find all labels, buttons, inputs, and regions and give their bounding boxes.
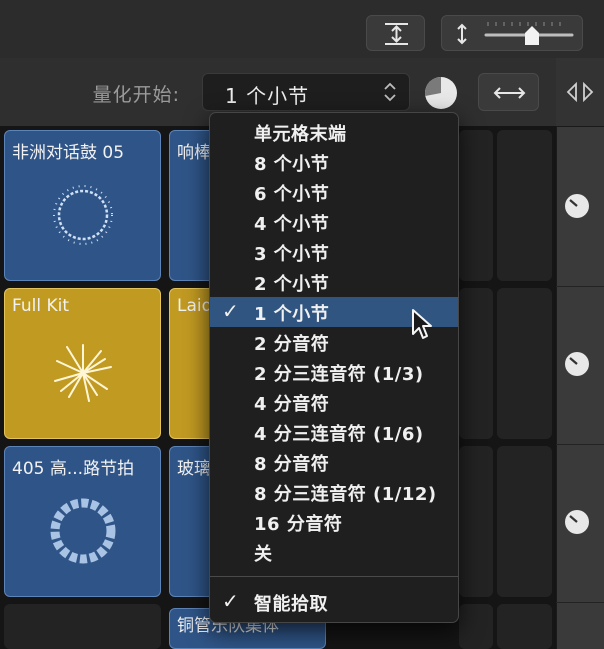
left-right-triangle-icon[interactable] [556, 58, 604, 126]
menu-item-quarter-triplet[interactable]: 4 分三连音符 (1/6) [210, 417, 458, 447]
menu-item-4-bars[interactable]: 4 个小节 [210, 207, 458, 237]
cell-405-beat[interactable]: 405 高...路节拍 [4, 446, 161, 597]
empty-cell[interactable] [497, 446, 552, 597]
loop-ring-icon [50, 498, 116, 564]
cell-title: 玻璃 [177, 459, 211, 479]
quantize-start-select[interactable]: 1 个小节 [202, 73, 410, 111]
cell-title: Laid [177, 296, 213, 316]
quantize-start-menu: 单元格末端 8 个小节 6 个小节 4 个小节 3 个小节 2 个小节 ✓ 1 … [209, 112, 459, 623]
pie-progress-icon [425, 77, 457, 109]
row-divider [556, 444, 604, 445]
chevron-updown-icon [384, 82, 396, 102]
playback-position-button[interactable] [423, 75, 459, 111]
cell-title: 响棒 [177, 143, 211, 163]
checkmark-icon: ✓ [222, 299, 239, 323]
menu-item-2-bars[interactable]: 2 个小节 [210, 267, 458, 297]
empty-cell[interactable] [459, 288, 493, 439]
empty-cell[interactable] [459, 446, 493, 597]
empty-cell[interactable] [4, 604, 161, 649]
menu-item-cell-end[interactable]: 单元格末端 [210, 117, 458, 147]
empty-cell[interactable] [497, 288, 552, 439]
cell-african-talking-drum[interactable]: 非洲对话鼓 05 [4, 130, 161, 281]
horizontal-resize-button[interactable] [478, 73, 539, 111]
menu-item-eighth-triplet[interactable]: 8 分三连音符 (1/12) [210, 477, 458, 507]
vertical-resize-icon [457, 22, 574, 45]
menu-item-eighth-note[interactable]: 8 分音符 [210, 447, 458, 477]
menu-item-sixteenth-note[interactable]: 16 分音符 [210, 507, 458, 537]
checkmark-icon: ✓ [222, 589, 239, 613]
scene-knob[interactable] [563, 350, 591, 378]
menu-item-half-triplet[interactable]: 2 分三连音符 (1/3) [210, 357, 458, 387]
menu-item-6-bars[interactable]: 6 个小节 [210, 177, 458, 207]
cell-title: 405 高...路节拍 [12, 459, 135, 479]
empty-cell[interactable] [497, 130, 552, 281]
cell-title: Full Kit [12, 296, 70, 316]
row-height-zoom-slider[interactable] [441, 15, 583, 51]
mouse-pointer-icon [412, 309, 432, 339]
cell-full-kit[interactable]: Full Kit [4, 288, 161, 439]
row-divider [556, 286, 604, 287]
fit-height-icon [385, 23, 408, 45]
horizontal-arrows-icon [493, 87, 526, 99]
scene-knob[interactable] [563, 508, 591, 536]
empty-cell[interactable] [497, 604, 552, 649]
menu-item-off[interactable]: 关 [210, 537, 458, 567]
quantize-start-value: 1 个小节 [225, 84, 310, 108]
empty-cell[interactable] [459, 130, 493, 281]
fit-height-button[interactable] [366, 15, 425, 51]
menu-item-8-bars[interactable]: 8 个小节 [210, 147, 458, 177]
loop-burst-icon [54, 344, 112, 402]
row-divider [556, 602, 604, 603]
slider-thumb[interactable] [522, 24, 542, 46]
menu-item-3-bars[interactable]: 3 个小节 [210, 237, 458, 267]
scene-column-header [556, 58, 604, 127]
menu-item-quarter-note[interactable]: 4 分音符 [210, 387, 458, 417]
empty-cell[interactable] [459, 604, 493, 649]
quantize-start-label: 量化开始: [92, 84, 180, 106]
cell-title: 非洲对话鼓 05 [12, 143, 125, 163]
menu-separator [210, 576, 458, 577]
menu-item-smart-pickup[interactable]: ✓ 智能拾取 [210, 587, 458, 617]
loop-waveform-icon [53, 185, 113, 245]
scene-knob[interactable] [563, 192, 591, 220]
